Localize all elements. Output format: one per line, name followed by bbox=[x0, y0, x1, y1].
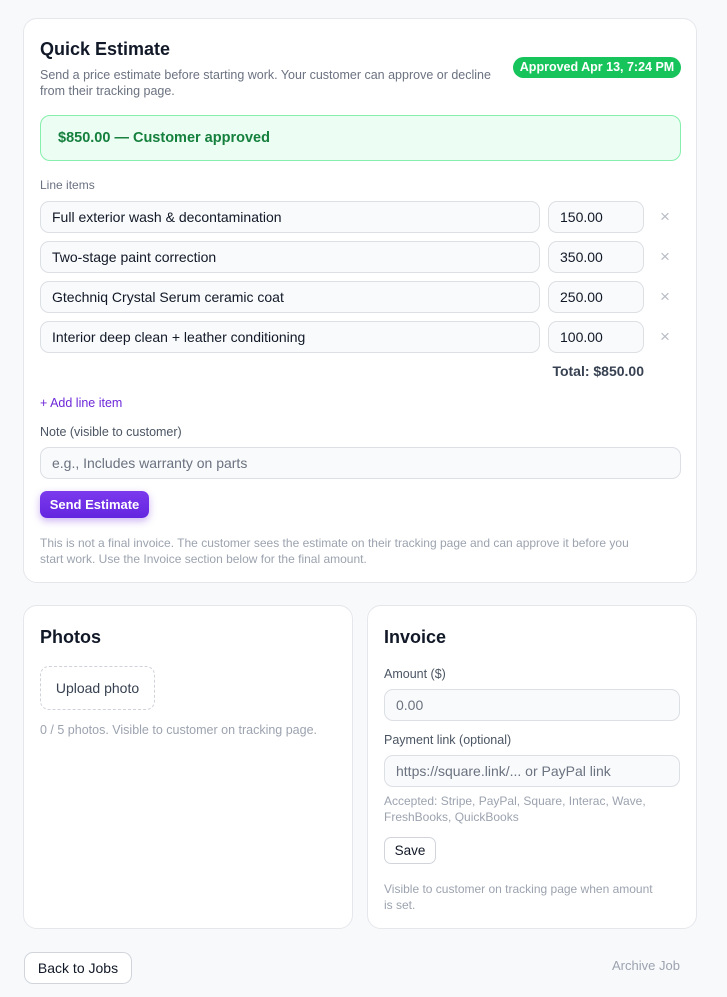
accepted-processors-line2: FreshBooks, QuickBooks bbox=[384, 810, 519, 824]
invoice-title: Invoice bbox=[384, 627, 447, 647]
invoice-visibility-line1: Visible to customer on tracking page whe… bbox=[384, 882, 653, 896]
back-to-jobs-button[interactable]: Back to Jobs bbox=[24, 952, 132, 984]
line-item-price-input[interactable] bbox=[548, 201, 644, 233]
amount-input[interactable] bbox=[384, 689, 680, 721]
payment-link-label: Payment link (optional) bbox=[384, 733, 512, 747]
add-line-item-link[interactable]: + Add line item bbox=[40, 396, 122, 410]
archive-job-link[interactable]: Archive Job bbox=[612, 958, 680, 973]
remove-line-item-icon[interactable]: × bbox=[656, 248, 674, 266]
amount-label: Amount ($) bbox=[384, 667, 446, 681]
upload-photo-button[interactable]: Upload photo bbox=[40, 666, 155, 710]
remove-line-item-icon[interactable]: × bbox=[656, 328, 674, 346]
line-item-description-input[interactable] bbox=[40, 201, 540, 233]
line-item-description-input[interactable] bbox=[40, 241, 540, 273]
note-input[interactable] bbox=[40, 447, 681, 479]
invoice-visibility-line2: is set. bbox=[384, 898, 416, 912]
invoice-card: Invoice Amount ($) Payment link (optiona… bbox=[367, 605, 697, 929]
estimate-total: Total: $850.00 bbox=[552, 363, 644, 379]
line-item-price-input[interactable] bbox=[548, 321, 644, 353]
estimate-subtitle-line1: Send a price estimate before starting wo… bbox=[40, 68, 491, 82]
accepted-processors-line1: Accepted: Stripe, PayPal, Square, Intera… bbox=[384, 794, 646, 808]
photos-title: Photos bbox=[40, 627, 101, 647]
customer-approved-banner: $850.00 — Customer approved bbox=[40, 115, 681, 161]
send-estimate-button[interactable]: Send Estimate bbox=[40, 491, 149, 518]
save-invoice-button[interactable]: Save bbox=[384, 837, 436, 864]
estimate-footnote-line2: start work. Use the Invoice section belo… bbox=[40, 552, 367, 566]
line-items-label: Line items bbox=[40, 178, 95, 192]
quick-estimate-card: Quick Estimate Send a price estimate bef… bbox=[23, 18, 697, 583]
line-item-description-input[interactable] bbox=[40, 281, 540, 313]
remove-line-item-icon[interactable]: × bbox=[656, 208, 674, 226]
line-item-price-input[interactable] bbox=[548, 241, 644, 273]
approved-status-badge: Approved Apr 13, 7:24 PM bbox=[513, 57, 681, 78]
photos-card: Photos Upload photo 0 / 5 photos. Visibl… bbox=[23, 605, 353, 929]
photos-count-hint: 0 / 5 photos. Visible to customer on tra… bbox=[40, 723, 318, 737]
payment-link-input[interactable] bbox=[384, 755, 680, 787]
line-item-description-input[interactable] bbox=[40, 321, 540, 353]
remove-line-item-icon[interactable]: × bbox=[656, 288, 674, 306]
estimate-footnote-line1: This is not a final invoice. The custome… bbox=[40, 536, 629, 550]
estimate-title: Quick Estimate bbox=[40, 39, 171, 59]
line-item-price-input[interactable] bbox=[548, 281, 644, 313]
estimate-subtitle-line2: from their tracking page. bbox=[40, 84, 175, 98]
note-label: Note (visible to customer) bbox=[40, 425, 182, 439]
